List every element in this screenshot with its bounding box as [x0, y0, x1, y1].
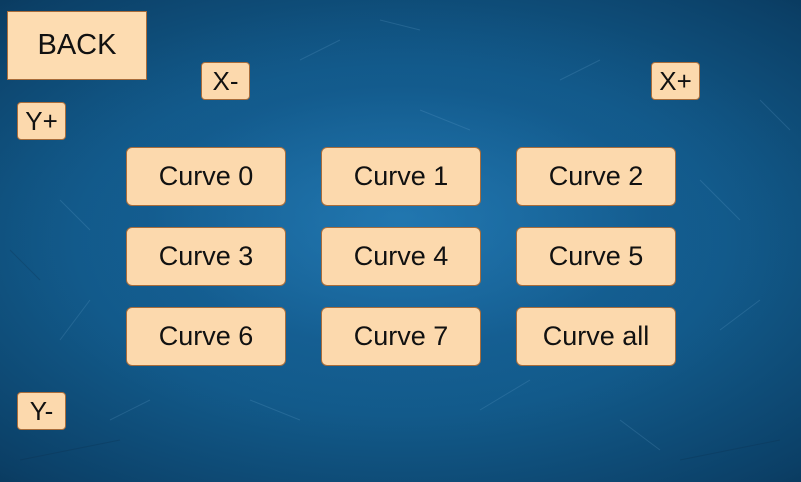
- x-minus-button[interactable]: X-: [201, 62, 250, 100]
- curve-5-button[interactable]: Curve 5: [516, 227, 676, 286]
- curve-7-button[interactable]: Curve 7: [321, 307, 481, 366]
- curve-1-button[interactable]: Curve 1: [321, 147, 481, 206]
- curve-4-button[interactable]: Curve 4: [321, 227, 481, 286]
- curve-6-button[interactable]: Curve 6: [126, 307, 286, 366]
- x-plus-button[interactable]: X+: [651, 62, 700, 100]
- curve-all-button[interactable]: Curve all: [516, 307, 676, 366]
- curve-2-button[interactable]: Curve 2: [516, 147, 676, 206]
- y-minus-button[interactable]: Y-: [17, 392, 66, 430]
- curve-3-button[interactable]: Curve 3: [126, 227, 286, 286]
- y-plus-button[interactable]: Y+: [17, 102, 66, 140]
- curve-0-button[interactable]: Curve 0: [126, 147, 286, 206]
- back-button[interactable]: BACK: [7, 11, 147, 80]
